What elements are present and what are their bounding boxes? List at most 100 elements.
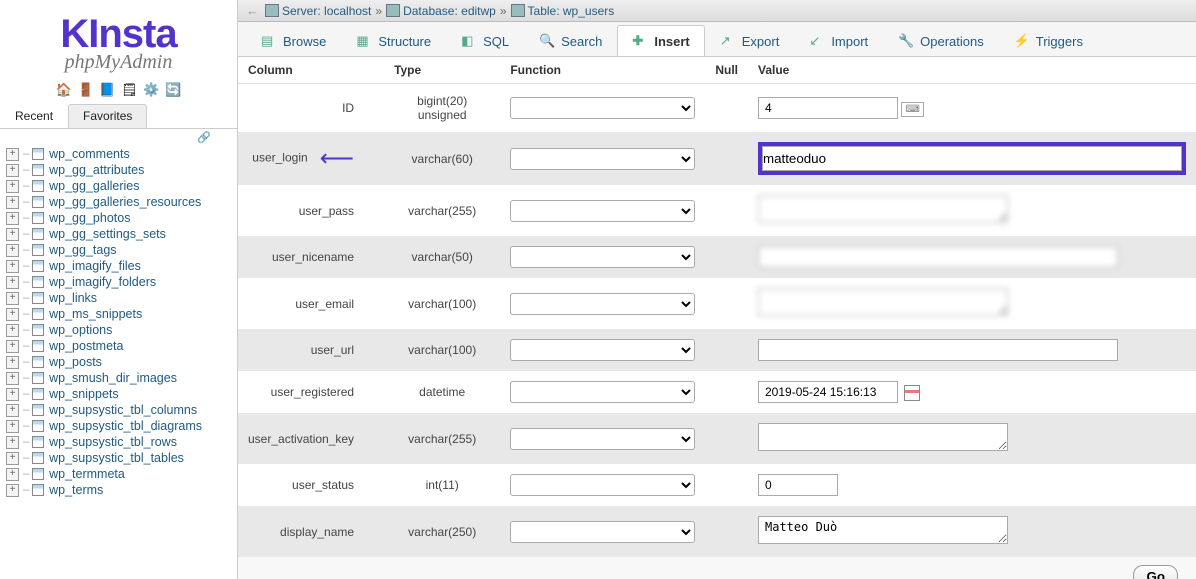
tree-node[interactable]: +–wp_ms_snippets — [6, 306, 237, 322]
tab-recent[interactable]: Recent — [0, 104, 68, 128]
tree-node[interactable]: +–wp_imagify_files — [6, 258, 237, 274]
tree-node[interactable]: +–wp_supsystic_tbl_rows — [6, 434, 237, 450]
function-select[interactable] — [510, 200, 695, 222]
bc-table[interactable]: wp_users — [563, 4, 614, 18]
settings-icon[interactable]: ⚙️ — [143, 82, 159, 98]
tree-label: wp_imagify_folders — [49, 275, 156, 289]
expand-icon[interactable]: + — [6, 180, 19, 193]
tree-node[interactable]: +–wp_postmeta — [6, 338, 237, 354]
value-input[interactable] — [762, 146, 1182, 171]
tree-node[interactable]: +–wp_posts — [6, 354, 237, 370]
function-select[interactable] — [510, 339, 695, 361]
tab-triggers[interactable]: ⚡Triggers — [999, 25, 1098, 56]
function-select[interactable] — [510, 246, 695, 268]
tab-operations[interactable]: 🔧Operations — [883, 25, 999, 56]
bc-table-label: Table: — [528, 4, 560, 18]
function-select[interactable] — [510, 521, 695, 543]
function-select[interactable] — [510, 428, 695, 450]
tree-node[interactable]: +–wp_links — [6, 290, 237, 306]
docs-icon[interactable]: 📘 — [99, 82, 115, 98]
expand-icon[interactable]: + — [6, 228, 19, 241]
tree-node[interactable]: +–wp_gg_attributes — [6, 162, 237, 178]
value-input[interactable] — [758, 381, 898, 403]
null-cell — [705, 506, 748, 557]
home-icon[interactable]: 🏠 — [56, 82, 72, 98]
value-textarea[interactable] — [758, 195, 1008, 223]
expand-icon[interactable]: + — [6, 244, 19, 257]
value-input[interactable] — [758, 339, 1118, 361]
tree-node[interactable]: +–wp_gg_photos — [6, 210, 237, 226]
expand-icon[interactable]: + — [6, 196, 19, 209]
expand-icon[interactable]: + — [6, 148, 19, 161]
expand-icon[interactable]: + — [6, 212, 19, 225]
expand-icon[interactable]: + — [6, 308, 19, 321]
browse-icon: ▤ — [261, 33, 277, 49]
null-cell — [705, 84, 748, 133]
tab-insert[interactable]: ✚Insert — [617, 25, 704, 56]
function-select[interactable] — [510, 148, 695, 170]
tab-favorites[interactable]: Favorites — [68, 104, 147, 128]
tree-node[interactable]: +–wp_supsystic_tbl_diagrams — [6, 418, 237, 434]
value-textarea[interactable]: Matteo Duò — [758, 516, 1008, 544]
go-button[interactable]: Go — [1133, 565, 1178, 579]
collapse-nav-icon[interactable]: ← — [246, 3, 259, 18]
sql-icon: ◧ — [461, 33, 477, 49]
expand-icon[interactable]: + — [6, 276, 19, 289]
form-row: user_passvarchar(255) — [238, 185, 1196, 236]
tree-node[interactable]: +–wp_options — [6, 322, 237, 338]
link-panel-icon[interactable]: 🔗 — [0, 129, 237, 144]
expand-icon[interactable]: + — [6, 260, 19, 273]
tab-sql[interactable]: ◧ SQL — [446, 25, 524, 56]
tree-node[interactable]: +–wp_gg_settings_sets — [6, 226, 237, 242]
tree-node[interactable]: +–wp_termmeta — [6, 466, 237, 482]
tree-node[interactable]: +–wp_snippets — [6, 386, 237, 402]
tab-structure[interactable]: ▦Structure — [341, 25, 446, 56]
value-textarea[interactable] — [758, 288, 1008, 316]
null-cell — [705, 329, 748, 371]
tab-import[interactable]: ↙Import — [794, 25, 883, 56]
expand-icon[interactable]: + — [6, 164, 19, 177]
tree-node[interactable]: +–wp_gg_galleries_resources — [6, 194, 237, 210]
tree-node[interactable]: +–wp_supsystic_tbl_tables — [6, 450, 237, 466]
value-textarea[interactable] — [758, 423, 1008, 451]
function-select[interactable] — [510, 97, 695, 119]
expand-icon[interactable]: + — [6, 436, 19, 449]
expand-icon[interactable]: + — [6, 356, 19, 369]
tree-node[interactable]: +–wp_smush_dir_images — [6, 370, 237, 386]
value-input[interactable] — [758, 97, 898, 119]
expand-icon[interactable]: + — [6, 452, 19, 465]
function-select[interactable] — [510, 381, 695, 403]
function-select[interactable] — [510, 293, 695, 315]
reload-icon[interactable]: 🔄 — [165, 82, 181, 98]
exit-icon[interactable]: 🚪 — [78, 82, 94, 98]
tree-node[interactable]: +–wp_imagify_folders — [6, 274, 237, 290]
calendar-icon[interactable] — [904, 385, 920, 401]
expand-icon[interactable]: + — [6, 340, 19, 353]
tab-export[interactable]: ↗Export — [705, 25, 795, 56]
value-input[interactable] — [758, 246, 1118, 268]
bc-db[interactable]: editwp — [461, 4, 496, 18]
tab-search[interactable]: 🔍Search — [524, 25, 617, 56]
bc-server[interactable]: localhost — [324, 4, 371, 18]
expand-icon[interactable]: + — [6, 292, 19, 305]
expand-icon[interactable]: + — [6, 372, 19, 385]
tab-label: SQL — [483, 34, 509, 49]
keypad-icon[interactable]: ⌨ — [901, 102, 923, 117]
tree-label: wp_supsystic_tbl_diagrams — [49, 419, 202, 433]
sql-icon[interactable]: 🗒 — [121, 82, 138, 98]
expand-icon[interactable]: + — [6, 484, 19, 497]
tree-node[interactable]: +–wp_gg_galleries — [6, 178, 237, 194]
expand-icon[interactable]: + — [6, 468, 19, 481]
tab-browse[interactable]: ▤Browse — [246, 25, 341, 56]
expand-icon[interactable]: + — [6, 420, 19, 433]
tree-node[interactable]: +–wp_supsystic_tbl_columns — [6, 402, 237, 418]
expand-icon[interactable]: + — [6, 404, 19, 417]
tree-node[interactable]: +–wp_comments — [6, 146, 237, 162]
tree-node[interactable]: +–wp_terms — [6, 482, 237, 498]
expand-icon[interactable]: + — [6, 324, 19, 337]
th-function: Function — [500, 57, 705, 84]
function-select[interactable] — [510, 474, 695, 496]
expand-icon[interactable]: + — [6, 388, 19, 401]
tree-node[interactable]: +–wp_gg_tags — [6, 242, 237, 258]
value-input[interactable] — [758, 474, 838, 496]
